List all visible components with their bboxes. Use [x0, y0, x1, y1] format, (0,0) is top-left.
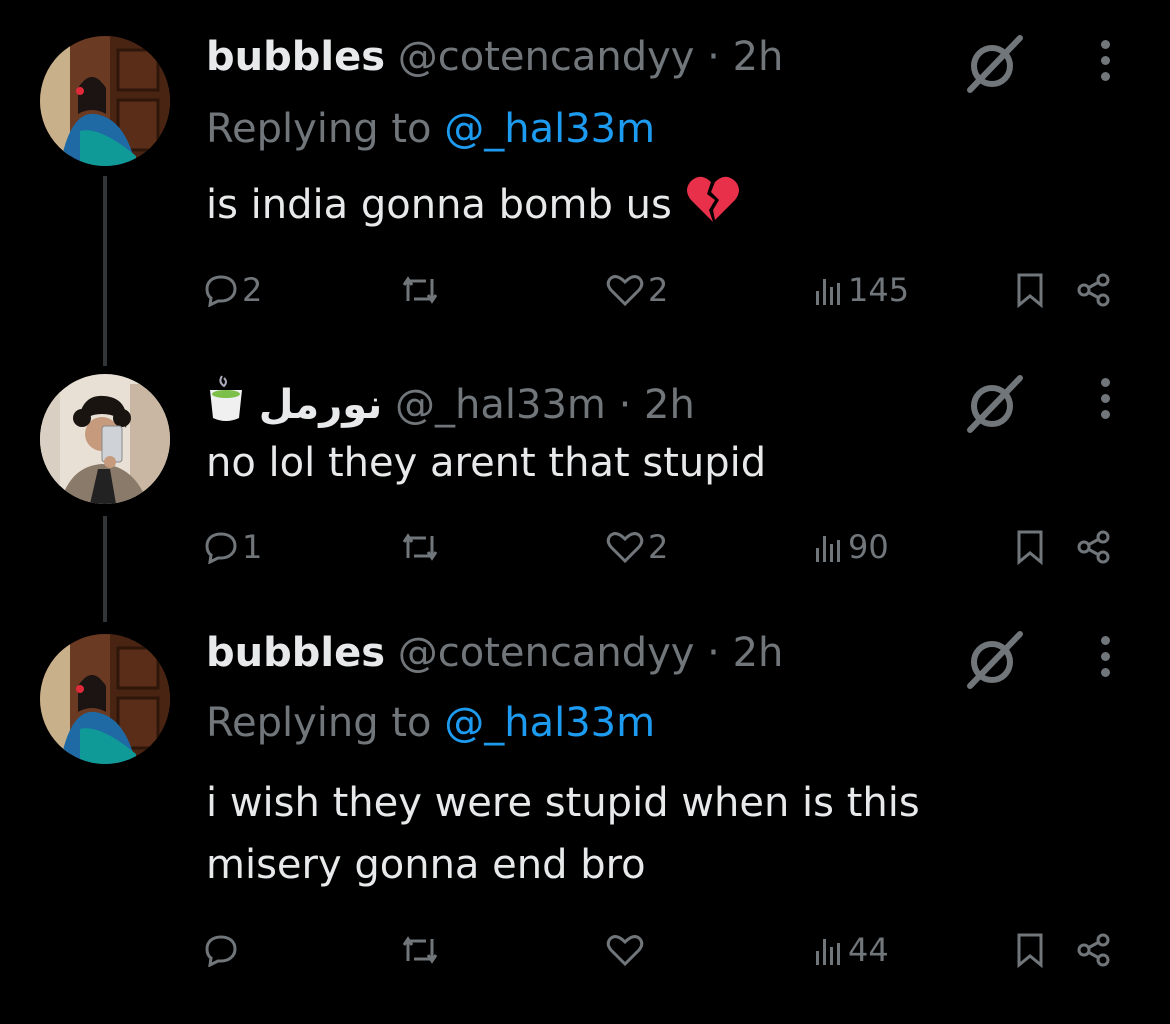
- like-button[interactable]: [606, 925, 648, 975]
- handle[interactable]: @_hal33m: [395, 382, 606, 428]
- timestamp[interactable]: · 2h: [707, 630, 783, 676]
- bookmark-icon: [1017, 530, 1043, 565]
- handle[interactable]: @cotencandyy: [398, 34, 695, 80]
- tweet-text-line-1: i wish they were stupid when is this: [206, 780, 920, 826]
- tweet-actions: 1 2 90: [0, 522, 1170, 572]
- grok-icon[interactable]: [964, 374, 1024, 434]
- tweet-text: no lol they arent that stupid: [206, 432, 1066, 494]
- views-icon: [816, 279, 840, 305]
- like-button[interactable]: 2: [606, 522, 668, 572]
- view-count: 145: [848, 271, 910, 309]
- avatar-bubbles[interactable]: [40, 634, 170, 764]
- tweet-1[interactable]: bubbles @cotencandyy · 2h Replying to @_…: [0, 0, 1170, 366]
- timestamp[interactable]: · 2h: [707, 34, 783, 80]
- timestamp[interactable]: · 2h: [619, 382, 695, 428]
- tweet-header: bubbles @cotencandyy · 2h: [206, 34, 783, 80]
- replying-to-mention[interactable]: @_hal33m: [444, 700, 655, 746]
- tweet-actions: 2 2 145: [0, 265, 1170, 315]
- share-icon: [1077, 933, 1110, 967]
- views-button[interactable]: 90: [814, 522, 889, 572]
- views-button[interactable]: 44: [814, 925, 889, 975]
- more-options-icon[interactable]: [1090, 40, 1120, 88]
- avatar-bubbles[interactable]: [40, 36, 170, 166]
- repost-icon: [402, 533, 438, 561]
- display-name[interactable]: نورمل: [259, 382, 383, 428]
- view-count: 44: [848, 931, 889, 969]
- views-button[interactable]: 145: [814, 265, 909, 315]
- like-count: 2: [648, 271, 669, 309]
- heart-icon: [606, 935, 644, 967]
- bookmark-button[interactable]: [1014, 522, 1046, 572]
- bookmark-button[interactable]: [1014, 925, 1046, 975]
- share-icon: [1077, 530, 1110, 564]
- tweet-text: is india gonna bomb us: [206, 174, 1066, 242]
- tweet-header: bubbles @cotencandyy · 2h: [206, 630, 783, 676]
- tweet-actions: 44: [0, 925, 1170, 975]
- bookmark-icon: [1017, 933, 1043, 968]
- display-name[interactable]: bubbles: [206, 630, 385, 676]
- reply-button[interactable]: [204, 925, 242, 975]
- more-options-icon[interactable]: [1090, 636, 1120, 684]
- replying-prefix: Replying to: [206, 700, 432, 746]
- repost-icon: [402, 936, 438, 964]
- replying-prefix: Replying to: [206, 106, 432, 152]
- views-icon: [816, 939, 840, 965]
- more-options-icon[interactable]: [1090, 378, 1120, 426]
- view-count: 90: [848, 528, 889, 566]
- like-count: 2: [648, 528, 669, 566]
- tweet-text-line-2: misery gonna end bro: [206, 842, 646, 888]
- heart-icon: [606, 532, 644, 564]
- tweet-header: نورمل @_hal33m · 2h: [206, 374, 695, 434]
- tweet-3[interactable]: bubbles @cotencandyy · 2h Replying to @_…: [0, 622, 1170, 1024]
- reply-icon: [205, 275, 237, 307]
- replying-to-mention[interactable]: @_hal33m: [444, 106, 655, 152]
- share-button[interactable]: [1076, 265, 1112, 315]
- repost-button[interactable]: [400, 265, 444, 315]
- matcha-tea-icon: [206, 374, 246, 434]
- reply-icon: [205, 532, 237, 564]
- share-button[interactable]: [1076, 522, 1112, 572]
- heart-icon: [606, 275, 644, 307]
- tweet-text-content: is india gonna bomb us: [206, 182, 672, 228]
- grok-icon[interactable]: [964, 630, 1024, 690]
- bookmark-icon: [1017, 273, 1043, 308]
- repost-button[interactable]: [400, 925, 444, 975]
- reply-count: 2: [242, 271, 263, 309]
- bookmark-button[interactable]: [1014, 265, 1046, 315]
- reply-button[interactable]: 1: [204, 522, 262, 572]
- replying-to: Replying to @_hal33m: [206, 700, 655, 746]
- reply-button[interactable]: 2: [204, 265, 262, 315]
- like-button[interactable]: 2: [606, 265, 668, 315]
- views-icon: [816, 536, 840, 562]
- display-name[interactable]: bubbles: [206, 34, 385, 80]
- share-button[interactable]: [1076, 925, 1112, 975]
- reply-icon: [205, 935, 237, 967]
- handle[interactable]: @cotencandyy: [398, 630, 695, 676]
- tweet-2[interactable]: نورمل @_hal33m · 2h no lol they arent th…: [0, 360, 1170, 622]
- tweet-text: i wish they were stupid when is this mis…: [206, 772, 1066, 896]
- replying-to: Replying to @_hal33m: [206, 106, 655, 152]
- repost-button[interactable]: [400, 522, 444, 572]
- grok-icon[interactable]: [964, 34, 1024, 94]
- broken-heart-icon: [685, 174, 741, 242]
- reply-count: 1: [242, 528, 263, 566]
- tweet-text-content: no lol they arent that stupid: [206, 440, 767, 486]
- repost-icon: [402, 276, 438, 304]
- share-icon: [1077, 273, 1110, 307]
- avatar-hal33m[interactable]: [40, 374, 170, 504]
